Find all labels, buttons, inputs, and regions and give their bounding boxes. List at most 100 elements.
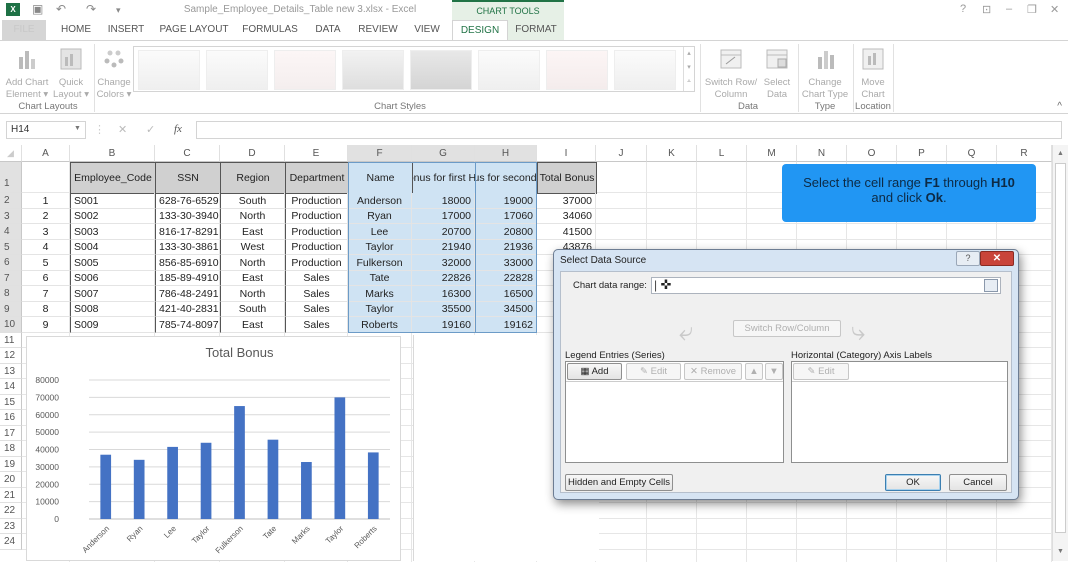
column-header-d[interactable]: D	[220, 145, 285, 162]
move-chart-button[interactable]: Move Chart	[856, 47, 890, 101]
column-header-q[interactable]: Q	[947, 145, 997, 162]
header-cell[interactable]: Bonus for second Half	[475, 162, 538, 194]
tab-data[interactable]: DATA	[308, 20, 348, 40]
column-header-b[interactable]: B	[70, 145, 155, 162]
cell-no[interactable]: 6	[22, 271, 70, 286]
header-cell[interactable]: Employee_Code	[70, 162, 156, 194]
cell-name[interactable]: Ryan	[348, 209, 412, 224]
chart-style-6[interactable]	[478, 50, 540, 90]
select-data-button[interactable]: Select Data	[760, 47, 794, 101]
column-header-e[interactable]: E	[285, 145, 348, 162]
row-header-3[interactable]: 3	[0, 209, 22, 224]
row-header-17[interactable]: 17	[0, 426, 22, 441]
column-header-i[interactable]: I	[537, 145, 596, 162]
cell-name[interactable]: Taylor	[348, 240, 412, 255]
tab-formulas[interactable]: FORMULAS	[240, 20, 300, 40]
cell-no[interactable]: 2	[22, 209, 70, 224]
column-header-h[interactable]: H	[475, 145, 537, 162]
cell-h1[interactable]: 32000	[412, 255, 475, 271]
cell-dept[interactable]: Production	[285, 224, 348, 240]
cell-h2[interactable]: 21936	[475, 240, 537, 255]
row-header-2[interactable]: 2	[0, 193, 22, 209]
cell-dept[interactable]: Sales	[285, 302, 348, 317]
chart-styles-gallery[interactable]: ▴ ▾ ⩡	[133, 46, 695, 92]
cell-h2[interactable]: 19000	[475, 193, 537, 209]
change-colors-button[interactable]: Change Colors ▾	[96, 47, 132, 101]
total-bonus-chart[interactable]: Total Bonus 0 10000 20000 30000 40000 50000 600…	[26, 336, 401, 561]
cell-region[interactable]: West	[220, 240, 285, 255]
row-header-7[interactable]: 7	[0, 271, 22, 286]
cell-total[interactable]: 41500	[537, 224, 596, 240]
cell-code[interactable]: S006	[70, 271, 155, 286]
cell-ssn[interactable]: 785-74-8097	[155, 317, 220, 333]
chart-style-5[interactable]	[410, 50, 472, 90]
row-header-11[interactable]: 11	[0, 333, 22, 348]
cell-h2[interactable]: 34500	[475, 302, 537, 317]
cell-ssn[interactable]: 856-85-6910	[155, 255, 220, 271]
column-header-r[interactable]: R	[997, 145, 1052, 162]
tab-design[interactable]: DESIGN	[452, 20, 508, 40]
cell-h2[interactable]: 19162	[475, 317, 537, 333]
header-cell[interactable]: SSN	[155, 162, 221, 194]
cell-total[interactable]: 34060	[537, 209, 596, 224]
column-header-f[interactable]: F	[348, 145, 412, 162]
cell-no[interactable]: 3	[22, 224, 70, 240]
cell-name[interactable]: Fulkerson	[348, 255, 412, 271]
header-cell[interactable]: Name	[348, 162, 413, 194]
ok-button[interactable]: OK	[885, 474, 941, 491]
cell-dept[interactable]: Production	[285, 255, 348, 271]
cancel-entry-icon[interactable]: ✕	[118, 123, 127, 136]
cell-ssn[interactable]: 133-30-3940	[155, 209, 220, 224]
chart-style-1[interactable]	[138, 50, 200, 90]
vertical-scrollbar[interactable]: ▲ ▼	[1052, 145, 1068, 561]
scroll-down-icon[interactable]: ▼	[1053, 545, 1068, 559]
cell-h2[interactable]: 33000	[475, 255, 537, 271]
column-header-k[interactable]: K	[647, 145, 697, 162]
cell-dept[interactable]: Sales	[285, 317, 348, 333]
cell-name[interactable]: Marks	[348, 286, 412, 302]
row-header-13[interactable]: 13	[0, 364, 22, 379]
row-header-23[interactable]: 23	[0, 519, 22, 534]
cell-name[interactable]: Anderson	[348, 193, 412, 209]
cell-h1[interactable]: 22826	[412, 271, 475, 286]
add-chart-element-button[interactable]: Add Chart Element ▾	[4, 47, 50, 101]
cell-h2[interactable]: 16500	[475, 286, 537, 302]
row-header-19[interactable]: 19	[0, 457, 22, 472]
cell-region[interactable]: South	[220, 193, 285, 209]
chart-style-3[interactable]	[274, 50, 336, 90]
cell-h1[interactable]: 18000	[412, 193, 475, 209]
save-icon[interactable]: ▣	[32, 2, 43, 16]
cell-dept[interactable]: Production	[285, 193, 348, 209]
insert-function-icon[interactable]: fx	[174, 123, 182, 135]
cell-region[interactable]: North	[220, 286, 285, 302]
header-cell[interactable]: Department	[285, 162, 349, 194]
header-cell[interactable]: Total Bonus	[537, 162, 597, 194]
cell-name[interactable]: Taylor	[348, 302, 412, 317]
cell-region[interactable]: East	[220, 271, 285, 286]
column-header-a[interactable]: A	[22, 145, 70, 162]
row-header-4[interactable]: 4	[0, 224, 22, 240]
cell-h2[interactable]: 17060	[475, 209, 537, 224]
cell-h1[interactable]: 19160	[412, 317, 475, 333]
cell-code[interactable]: S007	[70, 286, 155, 302]
row-header-9[interactable]: 9	[0, 302, 22, 317]
select-all-corner[interactable]: ◢	[0, 145, 22, 162]
cell-name[interactable]: Tate	[348, 271, 412, 286]
column-header-g[interactable]: G	[412, 145, 475, 162]
cell-region[interactable]: North	[220, 209, 285, 224]
cell-ssn[interactable]: 786-48-2491	[155, 286, 220, 302]
cell-ssn[interactable]: 628-76-6529	[155, 193, 220, 209]
column-header-m[interactable]: M	[747, 145, 797, 162]
switch-row-column-button[interactable]: Switch Row/ Column	[704, 47, 758, 101]
cell-no[interactable]: 8	[22, 302, 70, 317]
change-chart-type-button[interactable]: Change Chart Type	[800, 47, 850, 101]
column-header-j[interactable]: J	[596, 145, 647, 162]
help-icon[interactable]: ?	[960, 3, 966, 15]
cell-name[interactable]: Roberts	[348, 317, 412, 333]
cell-ssn[interactable]: 185-89-4910	[155, 271, 220, 286]
cell-h1[interactable]: 21940	[412, 240, 475, 255]
dialog-close-button[interactable]: ✕	[980, 251, 1014, 266]
column-header-c[interactable]: C	[155, 145, 220, 162]
tab-view[interactable]: VIEW	[408, 20, 446, 40]
cell-name[interactable]: Lee	[348, 224, 412, 240]
